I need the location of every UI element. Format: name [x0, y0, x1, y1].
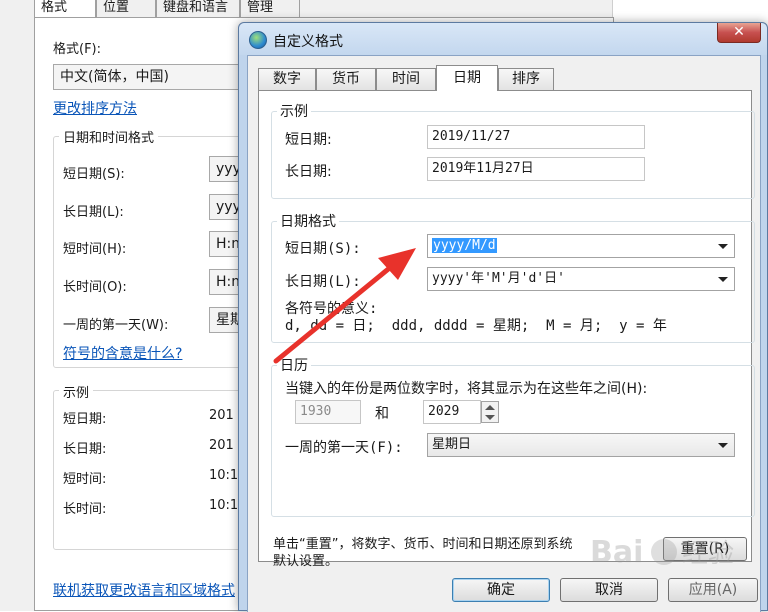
- tab-date[interactable]: 日期: [436, 65, 498, 91]
- arrow-shaft: [273, 263, 395, 364]
- svg-text:Bai: Bai: [590, 535, 643, 570]
- annotation-arrow: [273, 248, 416, 364]
- watermark-logo: Bai 经验: [590, 535, 734, 570]
- svg-text:经验: 经验: [682, 539, 734, 569]
